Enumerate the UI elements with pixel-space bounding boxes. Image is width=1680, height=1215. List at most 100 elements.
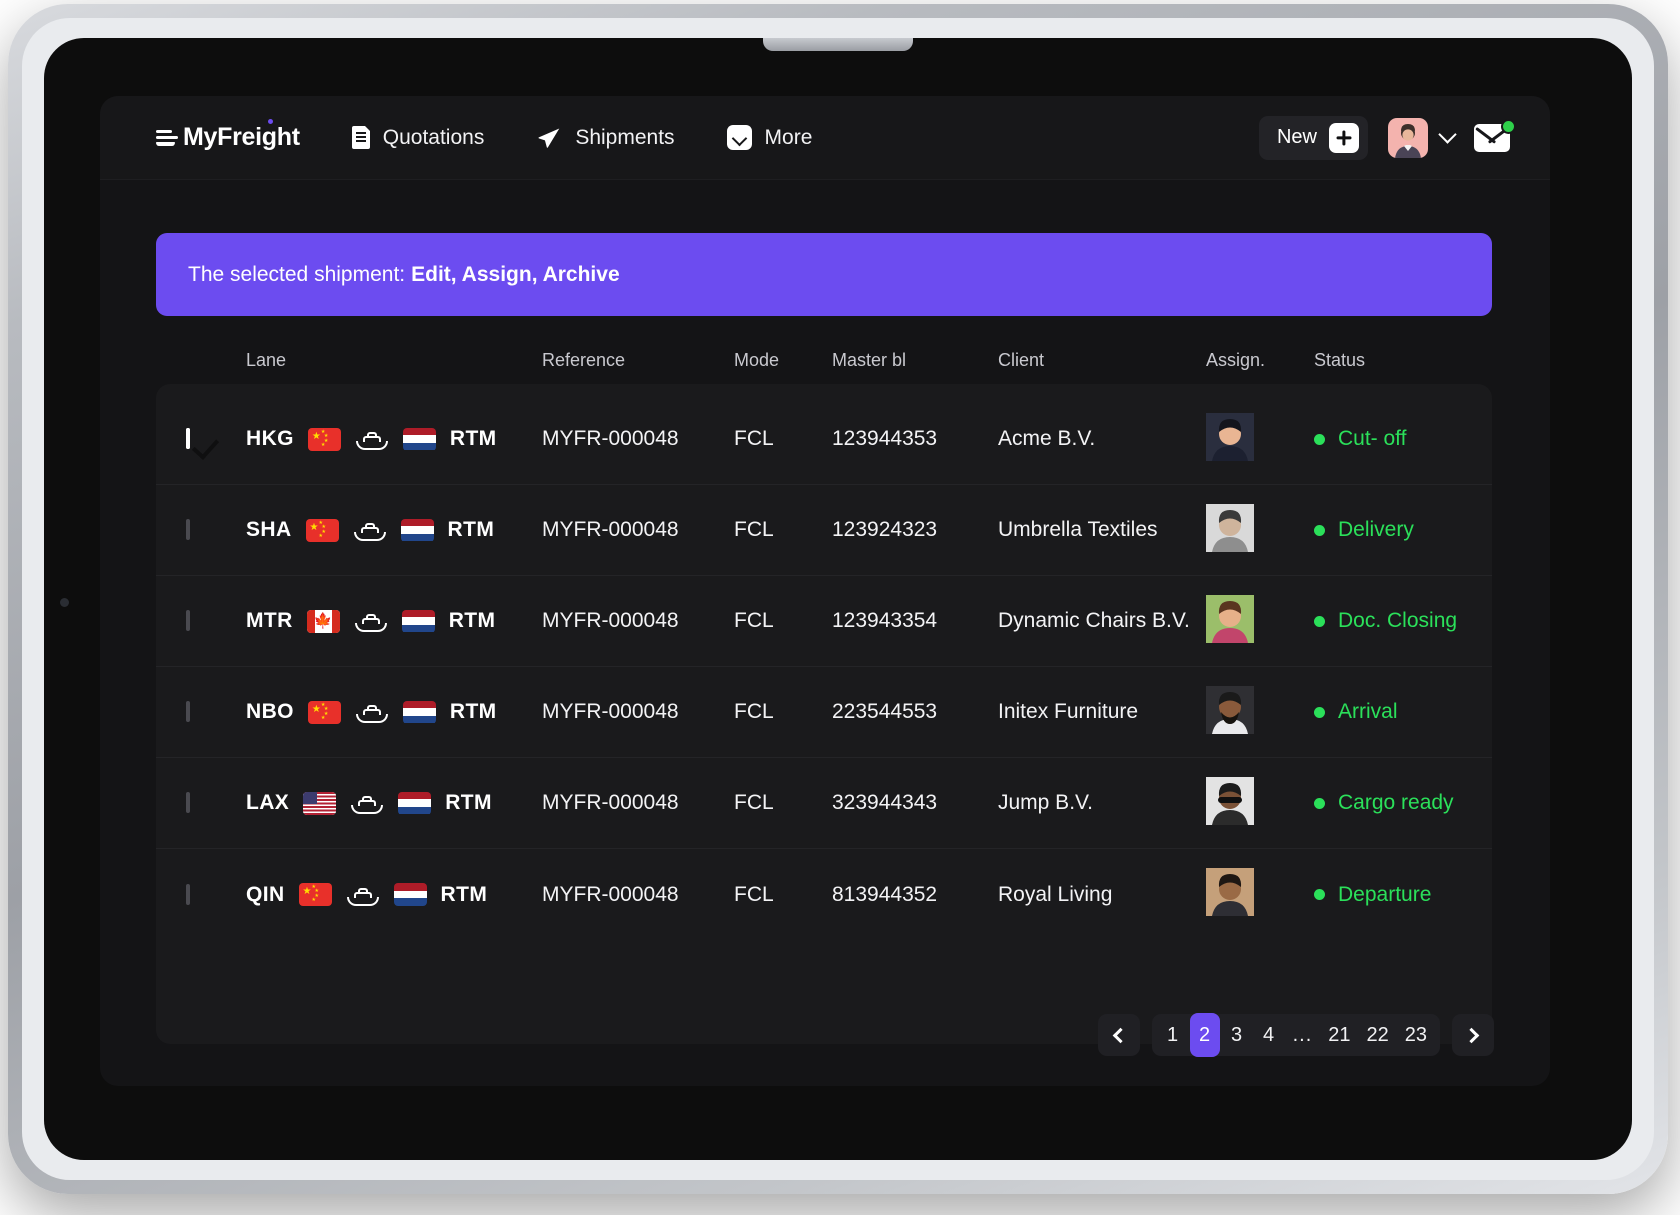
lane-origin-code: LAX bbox=[246, 791, 289, 815]
assignee-avatar[interactable] bbox=[1206, 903, 1254, 920]
lane-destination-code: RTM bbox=[449, 609, 496, 633]
row-checkbox[interactable] bbox=[186, 519, 190, 540]
nav-item-quotations[interactable]: Quotations bbox=[352, 126, 485, 150]
table-row[interactable]: SHA★★★★★RTMMYFR-000048FCL123924323Umbrel… bbox=[156, 485, 1492, 576]
shipments-table: HKG★★★★★RTMMYFR-000048FCL123944353Acme B… bbox=[156, 384, 1492, 1044]
assignee-avatar[interactable] bbox=[1206, 539, 1254, 556]
user-menu[interactable] bbox=[1388, 118, 1454, 158]
device-camera-dot bbox=[60, 598, 69, 607]
cell-assignee bbox=[1206, 504, 1314, 557]
pagination-page-3[interactable]: 3 bbox=[1222, 1018, 1252, 1052]
freight-logo-icon bbox=[156, 129, 178, 147]
lane-cell: MTR🍁RTM bbox=[246, 609, 542, 633]
pagination-ellipsis: ... bbox=[1286, 1018, 1320, 1052]
lane-origin-code: HKG bbox=[246, 427, 294, 451]
status-badge: Arrival bbox=[1314, 700, 1492, 724]
lane-destination-code: RTM bbox=[450, 427, 497, 451]
status-dot bbox=[1314, 707, 1325, 718]
status-label: Cut- off bbox=[1338, 427, 1406, 451]
flag-nl-icon bbox=[403, 428, 436, 451]
pagination: 1234...212223 bbox=[1098, 1014, 1494, 1056]
ship-icon bbox=[354, 609, 388, 633]
row-checkbox[interactable] bbox=[186, 701, 190, 722]
status-dot bbox=[1314, 525, 1325, 536]
app-logo[interactable]: MyFreight bbox=[156, 123, 300, 152]
cell-mode: FCL bbox=[734, 883, 832, 907]
pagination-page-23[interactable]: 23 bbox=[1398, 1018, 1434, 1052]
status-label: Arrival bbox=[1338, 700, 1398, 724]
table-row[interactable]: LAXRTMMYFR-000048FCL323944343Jump B.V.Ca… bbox=[156, 758, 1492, 849]
lane-destination-code: RTM bbox=[445, 791, 492, 815]
status-label: Doc. Closing bbox=[1338, 609, 1457, 633]
table-row[interactable]: MTR🍁RTMMYFR-000048FCL123943354Dynamic Ch… bbox=[156, 576, 1492, 667]
status-badge: Cut- off bbox=[1314, 427, 1492, 451]
row-checkbox[interactable] bbox=[186, 792, 190, 813]
ship-icon bbox=[350, 791, 384, 815]
cell-master-bl: 223544553 bbox=[832, 700, 998, 724]
pagination-page-2[interactable]: 2 bbox=[1190, 1013, 1220, 1057]
table-row[interactable]: QIN★★★★★RTMMYFR-000048FCL813944352Royal … bbox=[156, 849, 1492, 940]
flag-ca-icon: 🍁 bbox=[307, 610, 340, 633]
nav-item-quotations-label: Quotations bbox=[383, 126, 485, 150]
pagination-page-22[interactable]: 22 bbox=[1360, 1018, 1396, 1052]
nav-item-more[interactable]: More bbox=[727, 125, 813, 150]
flag-nl-icon bbox=[394, 883, 427, 906]
avatar bbox=[1388, 118, 1428, 158]
pagination-prev-button[interactable] bbox=[1098, 1014, 1140, 1056]
logo-accent-dot bbox=[268, 119, 273, 124]
ship-icon bbox=[355, 700, 389, 724]
cell-mode: FCL bbox=[734, 700, 832, 724]
assignee-avatar[interactable] bbox=[1206, 448, 1254, 465]
pagination-page-4[interactable]: 4 bbox=[1254, 1018, 1284, 1052]
new-button[interactable]: New bbox=[1259, 116, 1368, 160]
nav-item-more-label: More bbox=[765, 126, 813, 150]
lane-origin-code: SHA bbox=[246, 518, 292, 542]
lane-destination-code: RTM bbox=[441, 883, 488, 907]
lane-cell: NBO★★★★★RTM bbox=[246, 700, 542, 724]
row-checkbox[interactable] bbox=[186, 428, 190, 449]
lane-origin-code: NBO bbox=[246, 700, 294, 724]
nav-item-shipments-label: Shipments bbox=[575, 126, 674, 150]
cell-reference: MYFR-000048 bbox=[542, 609, 734, 633]
mail-icon[interactable] bbox=[1474, 121, 1514, 155]
cell-master-bl: 123924323 bbox=[832, 518, 998, 542]
status-label: Delivery bbox=[1338, 518, 1414, 542]
app-logo-text: MyFreight bbox=[183, 123, 300, 151]
plus-icon bbox=[1329, 123, 1359, 153]
selected-shipment-banner[interactable]: The selected shipment: Edit, Assign, Arc… bbox=[156, 233, 1492, 316]
device-top-notch bbox=[763, 38, 913, 51]
nav-item-shipments[interactable]: Shipments bbox=[536, 125, 674, 151]
cell-master-bl: 323944343 bbox=[832, 791, 998, 815]
table-row[interactable]: HKG★★★★★RTMMYFR-000048FCL123944353Acme B… bbox=[156, 394, 1492, 485]
status-dot bbox=[1314, 616, 1325, 627]
ship-icon bbox=[353, 518, 387, 542]
table-row[interactable]: NBO★★★★★RTMMYFR-000048FCL223544553Initex… bbox=[156, 667, 1492, 758]
device-bezel: MyFreight Quotations bbox=[44, 38, 1632, 1160]
assignee-avatar[interactable] bbox=[1206, 630, 1254, 647]
status-badge: Delivery bbox=[1314, 518, 1492, 542]
pagination-page-21[interactable]: 21 bbox=[1321, 1018, 1357, 1052]
row-checkbox[interactable] bbox=[186, 610, 190, 631]
pagination-page-1[interactable]: 1 bbox=[1158, 1018, 1188, 1052]
pagination-next-button[interactable] bbox=[1452, 1014, 1494, 1056]
banner-actions[interactable]: Edit, Assign, Archive bbox=[411, 263, 620, 287]
flag-nl-icon bbox=[401, 519, 434, 542]
assignee-avatar[interactable] bbox=[1206, 721, 1254, 738]
mail-notification-badge bbox=[1501, 119, 1516, 134]
assignee-avatar[interactable] bbox=[1206, 812, 1254, 829]
cell-mode: FCL bbox=[734, 791, 832, 815]
column-header-client: Client bbox=[998, 350, 1206, 371]
cell-client: Dynamic Chairs B.V. bbox=[998, 609, 1206, 633]
column-header-status: Status bbox=[1314, 350, 1492, 371]
cell-assignee bbox=[1206, 595, 1314, 648]
ship-icon bbox=[355, 427, 389, 451]
cell-reference: MYFR-000048 bbox=[542, 427, 734, 451]
cell-mode: FCL bbox=[734, 609, 832, 633]
flag-nl-icon bbox=[398, 792, 431, 815]
new-button-label: New bbox=[1277, 126, 1317, 149]
table-header: Lane Reference Mode Master bl Client Ass… bbox=[156, 341, 1492, 379]
lane-cell: SHA★★★★★RTM bbox=[246, 518, 542, 542]
cell-reference: MYFR-000048 bbox=[542, 883, 734, 907]
status-label: Cargo ready bbox=[1338, 791, 1454, 815]
row-checkbox[interactable] bbox=[186, 884, 190, 905]
